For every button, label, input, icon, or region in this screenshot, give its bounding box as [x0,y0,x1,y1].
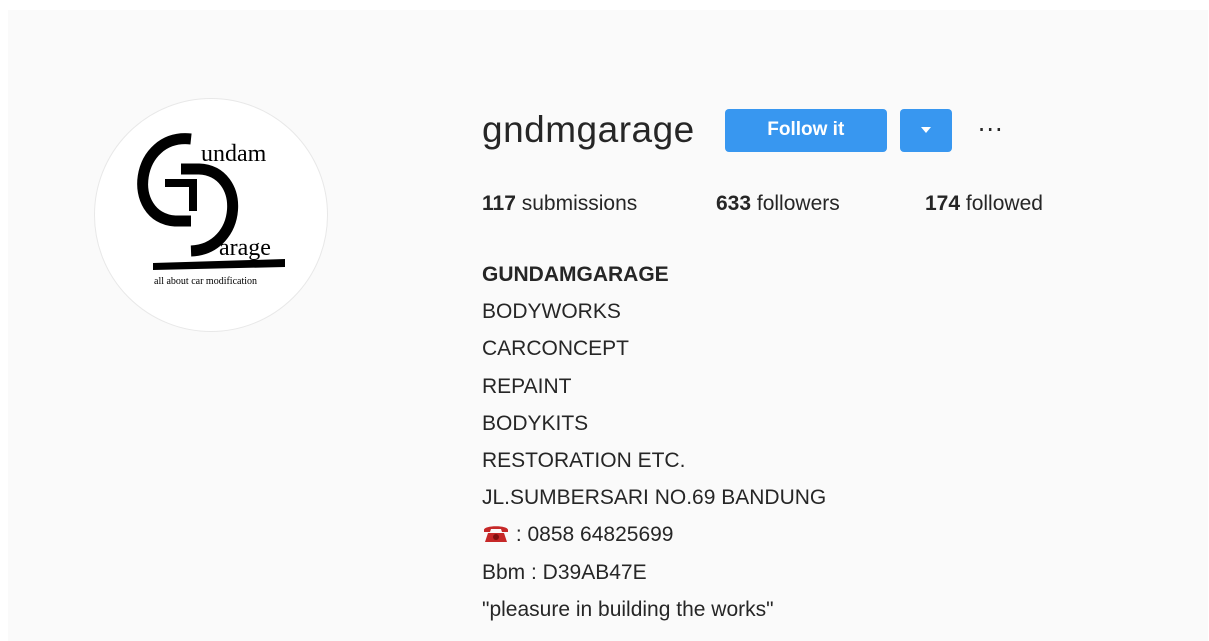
telephone-icon [484,526,508,543]
stat-count: 117 [482,192,516,215]
caret-down-icon [920,127,931,133]
more-options-button[interactable]: ··· [974,115,1008,145]
profile-bio: GUNDAMGARAGE BODYWORKS CARCONCEPT REPAIN… [482,256,826,628]
bio-line: CARCONCEPT [482,337,630,361]
phone-number: : 0858 64825699 [510,523,674,547]
stat-count: 174 [925,192,961,215]
follow-button[interactable]: Follow it [724,108,887,152]
bio-bbm: Bbm : D39AB47E [482,560,647,584]
stat-submissions[interactable]: 117 submissions [482,192,716,216]
suggestions-dropdown-button[interactable] [899,108,952,152]
profile-page: undam arage all about car modification g… [8,10,1208,641]
stat-followed[interactable]: 174 followed [925,192,1043,216]
bio-motto: "pleasure in building the works" [482,597,774,621]
profile-full-name: GUNDAMGARAGE [482,263,669,286]
bio-address: JL.SUMBERSARI NO.69 BANDUNG [482,486,827,510]
bio-phone: : 0858 64825699 [482,516,826,553]
bio-line: BODYKITS [482,411,589,435]
stat-label: followed [960,192,1043,215]
bio-line: RESTORATION ETC. [482,449,686,473]
bio-line: BODYWORKS [482,300,621,324]
gundam-garage-logo-icon: undam arage all about car modification [137,133,285,287]
logo-text-undam: undam [201,141,267,167]
stat-followers[interactable]: 633 followers [716,192,925,216]
profile-header: gndmgarage Follow it ··· [482,106,1008,154]
bio-line: REPAINT [482,374,572,398]
profile-stats: 117 submissions 633 followers 174 follow… [482,192,1043,216]
stat-label: submissions [515,192,638,215]
logo-text-arage: arage [219,235,271,261]
logo-tagline: all about car modification [154,276,257,287]
stat-count: 633 [716,192,752,215]
profile-username: gndmgarage [482,109,695,150]
stat-label: followers [751,192,840,215]
profile-avatar[interactable]: undam arage all about car modification [94,98,328,332]
